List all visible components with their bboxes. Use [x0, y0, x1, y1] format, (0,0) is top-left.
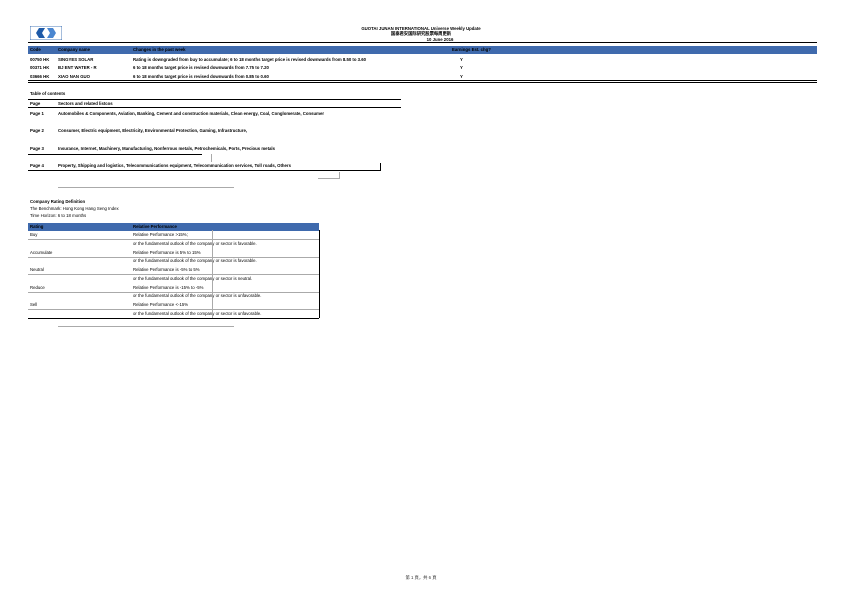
rating-label: Sell: [30, 301, 38, 307]
rating-perf: Relative Performance is -5% to 5%: [133, 266, 200, 272]
col-earnings: Earnings Est. chg?: [452, 47, 491, 53]
toc-sectors: Consumer, Electric equipment, Electricit…: [58, 128, 248, 134]
table-row: or the fundamental outlook of the compan…: [28, 239, 319, 248]
row-earnings: Y: [460, 56, 463, 62]
report-title: GUOTAI JUNAN INTERNATIONAL Universe Week…: [0, 26, 842, 36]
row-divider: [28, 256, 319, 258]
toc-row: Page 3 Insurance, Internet, Machinery, M…: [28, 145, 401, 152]
row-company: XIAO NAN GUO: [58, 73, 90, 79]
rating-perf: or the fundamental outlook of the compan…: [133, 258, 257, 263]
header-divider: [28, 42, 817, 43]
col-company-name: Company name: [58, 47, 90, 53]
row-change: 6 to 18 months target price is revised d…: [133, 65, 269, 70]
rating-perf: or the fundamental outlook of the compan…: [133, 293, 262, 298]
divider: [58, 326, 234, 327]
toc-page: Page 2: [30, 128, 44, 134]
col-code: Code: [30, 47, 41, 53]
toc-header: Page Sectors and related listcos: [28, 99, 401, 108]
row-divider: [28, 309, 319, 310]
report-title-line2: 国泰君安国际研究股票每周更新: [390, 31, 452, 37]
toc-title: Table of contents: [30, 91, 66, 96]
row-code: 03666 HK: [30, 73, 50, 79]
toc-sectors: Automobiles & Components, Aviation, Bank…: [58, 111, 325, 117]
table-row: Reduce Relative Performance is -15% to -…: [28, 283, 319, 292]
row-earnings: Y: [460, 73, 463, 79]
rating-label: Neutral: [30, 266, 44, 272]
divider: [58, 187, 234, 188]
toc-right-border: [380, 163, 381, 171]
rating-table-bottom-rule: [28, 318, 319, 319]
row-code: 00750 HK: [30, 56, 50, 62]
rating-perf: or the fundamental outlook of the compan…: [133, 240, 257, 246]
time-horizon-text: Time Horizon: 6 to 18 months: [30, 213, 87, 218]
toc-page: Page 1: [30, 111, 44, 117]
rating-perf: Relative Performance is -15% to -5%: [133, 284, 204, 290]
toc-row: Page 4 Property, Shipping and logistics,…: [28, 162, 401, 169]
rating-table-header: Rating Relative Performance: [28, 223, 319, 231]
table-row: or the fundamental outlook of the compan…: [28, 292, 319, 301]
row-divider: [28, 274, 319, 275]
rating-table-right-border: [318, 230, 320, 318]
rating-perf: Relative Performance >15%;: [133, 232, 188, 237]
rating-definition-title: Company Rating Definition: [30, 199, 86, 204]
table-row: 00371 HK BJ ENT WATER - R 6 to 18 months…: [28, 64, 817, 72]
table-row: Buy Relative Performance >15%;: [28, 231, 319, 240]
row-company: SINGYES SOLAR: [58, 56, 94, 62]
rating-perf: or the fundamental outlook of the compan…: [133, 310, 262, 316]
toc-sectors: Insurance, Internet, Machinery, Manufact…: [58, 146, 275, 152]
row-code: 00371 HK: [30, 65, 50, 70]
toc-col-page: Page: [30, 101, 41, 107]
toc-page: Page 4: [30, 163, 44, 169]
cell-border: [212, 230, 213, 318]
toc-rule: [28, 154, 202, 155]
table-row: Accumulate Relative Performance is 5% to…: [28, 248, 319, 257]
table-row: 00750 HK SINGYES SOLAR Rating is downgra…: [28, 55, 817, 63]
rating-label: Accumulate: [30, 249, 53, 255]
row-divider: [28, 239, 319, 240]
row-divider: [28, 291, 319, 293]
toc-page: Page 3: [30, 146, 44, 152]
row-earnings: Y: [460, 65, 463, 70]
rating-perf: Relative Performance <-15%: [133, 301, 189, 307]
table-row: or the fundamental outlook of the compan…: [28, 257, 319, 266]
rating-label: Reduce: [30, 284, 45, 290]
table-row: or the fundamental outlook of the compan…: [28, 309, 319, 318]
toc-sectors: Property, Shipping and logistics, Teleco…: [58, 163, 291, 169]
rating-label: Buy: [30, 232, 38, 237]
cell-border: [211, 154, 212, 162]
col-relative-performance: Relative Performance: [133, 224, 177, 230]
toc-row: Page 1 Automobiles & Components, Aviatio…: [28, 110, 401, 117]
row-change: Rating is downgraded from buy to accumul…: [133, 56, 367, 62]
updates-table-bottom-rule: [28, 80, 817, 83]
cell-border: [318, 178, 340, 179]
col-rating: Rating: [30, 224, 44, 230]
table-row: Neutral Relative Performance is -5% to 5…: [28, 265, 319, 274]
table-row: or the fundamental outlook of the compan…: [28, 274, 319, 283]
cell-border: [339, 172, 340, 178]
benchmark-text: The Benchmark: Hong Kong Hang Seng Index: [30, 206, 119, 211]
col-changes: Changes in the past week: [133, 47, 186, 53]
rating-perf: or the fundamental outlook of the compan…: [133, 275, 253, 281]
table-row: 03666 HK XIAO NAN GUO 6 to 18 months tar…: [28, 72, 817, 80]
updates-table-header: Code Company name Changes in the past we…: [28, 46, 817, 54]
toc-row: Page 2 Consumer, Electric equipment, Ele…: [28, 127, 401, 134]
toc-col-sectors: Sectors and related listcos: [58, 101, 113, 107]
row-company: BJ ENT WATER - R: [58, 65, 97, 70]
toc-bottom-rule: [28, 170, 381, 171]
rating-perf: Relative Performance is 5% to 15%: [133, 249, 201, 255]
table-row: Sell Relative Performance <-15%: [28, 300, 319, 309]
row-change: 6 to 18 months target price is revised d…: [133, 73, 269, 79]
page-indicator: 第 1 頁，共 6 頁: [405, 575, 437, 580]
